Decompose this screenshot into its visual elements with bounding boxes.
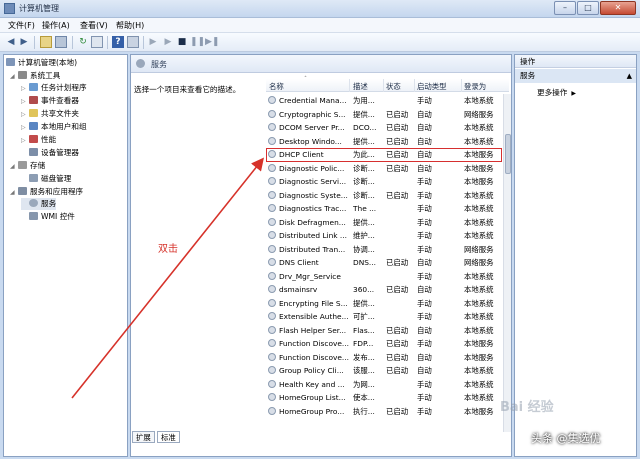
- watermark-ghost: Bai 经验: [500, 400, 554, 415]
- annotation-overlay: [71, 157, 264, 399]
- watermark-text: 头条 @集选优: [531, 432, 601, 445]
- annotation-arrow: [71, 157, 264, 399]
- annotation-label: 双击: [158, 244, 178, 255]
